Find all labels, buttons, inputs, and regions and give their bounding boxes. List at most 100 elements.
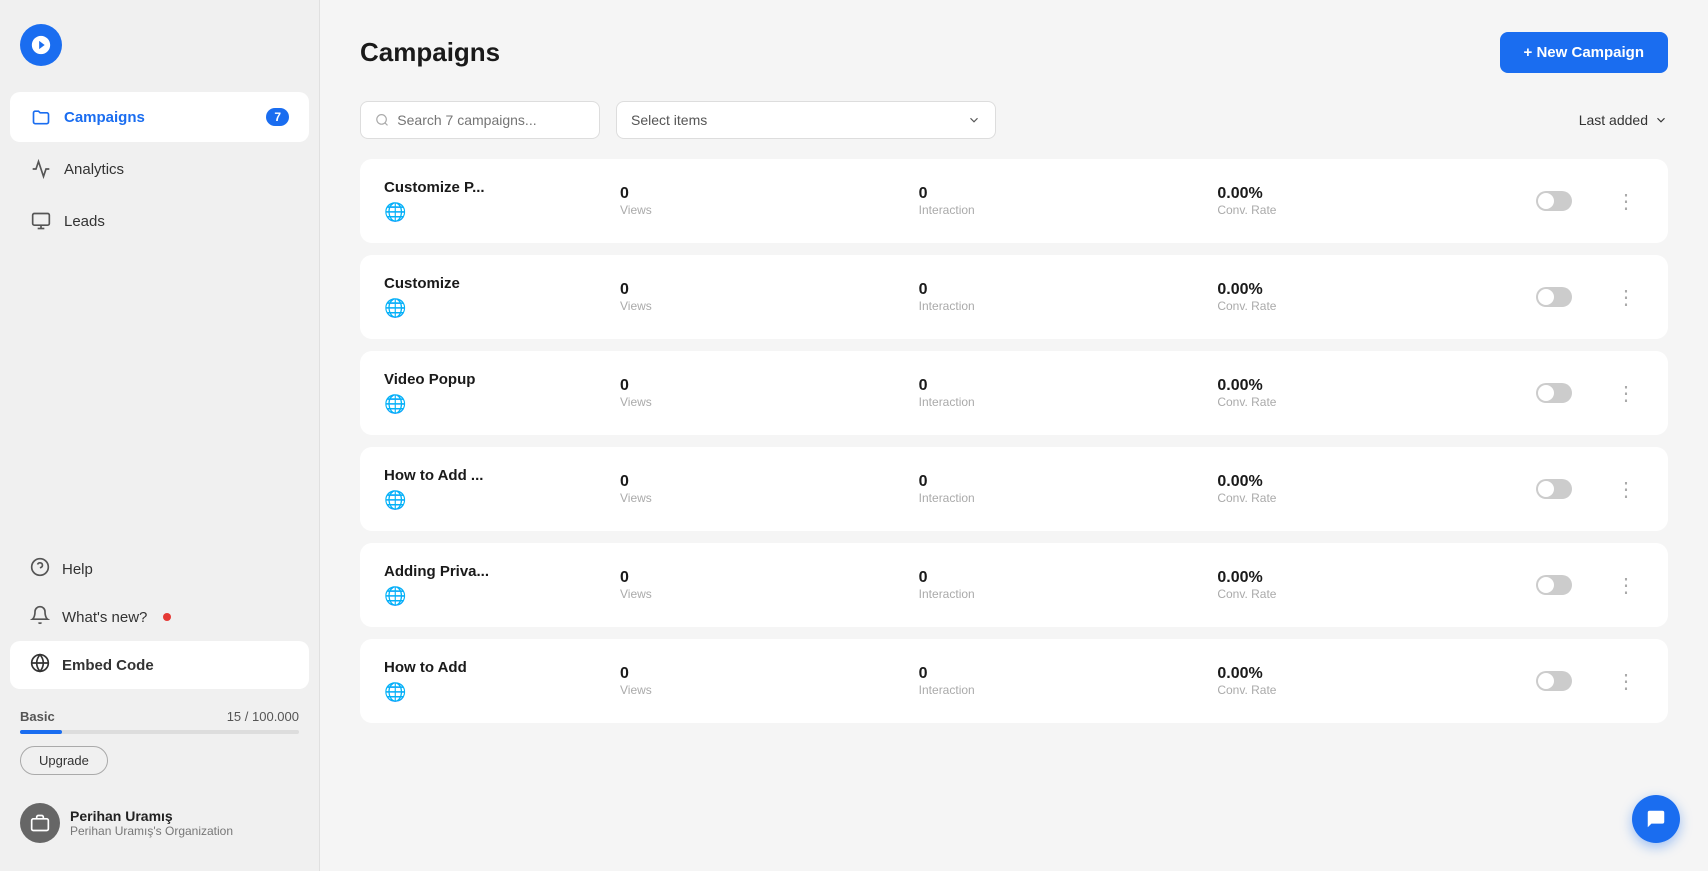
notification-dot: [163, 613, 171, 621]
conv-rate-value: 0.00%: [1217, 377, 1500, 395]
views-label: Views: [620, 683, 903, 697]
campaign-info: Video Popup 🌐: [384, 371, 604, 415]
campaign-more-button[interactable]: ⋮: [1608, 665, 1644, 698]
conv-rate-label: Conv. Rate: [1217, 587, 1500, 601]
plan-progress-fill: [20, 730, 62, 734]
sort-chevron-icon: [1654, 113, 1668, 127]
help-label: Help: [62, 561, 93, 578]
campaign-more-button[interactable]: ⋮: [1608, 185, 1644, 218]
page-title: Campaigns: [360, 37, 500, 68]
leads-icon: [30, 210, 52, 232]
campaign-card[interactable]: How to Add 🌐 0 Views 0 Interaction 0.00%…: [360, 639, 1668, 723]
views-label: Views: [620, 491, 903, 505]
campaign-toggle[interactable]: [1536, 671, 1572, 691]
briefcase-icon: [30, 813, 50, 833]
campaign-name: Customize P...: [384, 179, 604, 196]
search-input[interactable]: [397, 112, 585, 128]
plan-progress-bar: [20, 730, 299, 734]
interaction-label: Interaction: [919, 683, 1202, 697]
campaign-toggle[interactable]: [1536, 383, 1572, 403]
conv-rate-label: Conv. Rate: [1217, 683, 1500, 697]
campaign-interaction: 0 Interaction: [919, 281, 1202, 313]
sidebar-item-help[interactable]: Help: [10, 545, 309, 593]
analytics-icon: [30, 158, 52, 180]
campaign-info: Customize 🌐: [384, 275, 604, 319]
campaign-interaction: 0 Interaction: [919, 377, 1202, 409]
sidebar-item-embed-code[interactable]: Embed Code: [10, 641, 309, 689]
campaign-more-button[interactable]: ⋮: [1608, 473, 1644, 506]
conv-rate-label: Conv. Rate: [1217, 203, 1500, 217]
whats-new-label: What's new?: [62, 609, 147, 626]
upgrade-button[interactable]: Upgrade: [20, 746, 108, 775]
views-value: 0: [620, 569, 903, 587]
campaign-toggle[interactable]: [1536, 287, 1572, 307]
campaign-toggle[interactable]: [1536, 575, 1572, 595]
globe-icon: 🌐: [384, 586, 406, 606]
campaign-card[interactable]: Video Popup 🌐 0 Views 0 Interaction 0.00…: [360, 351, 1668, 435]
campaign-toggle[interactable]: [1536, 479, 1572, 499]
campaign-name: Customize: [384, 275, 604, 292]
toolbar: Select items Last added: [360, 101, 1668, 139]
campaign-name: Adding Priva...: [384, 563, 604, 580]
interaction-value: 0: [919, 473, 1202, 491]
interaction-label: Interaction: [919, 395, 1202, 409]
user-section: Perihan Uramış Perihan Uramış's Organiza…: [0, 791, 319, 855]
views-label: Views: [620, 395, 903, 409]
select-items-dropdown[interactable]: Select items: [616, 101, 996, 139]
conv-rate-value: 0.00%: [1217, 281, 1500, 299]
sort-label: Last added: [1579, 112, 1648, 128]
conv-rate-value: 0.00%: [1217, 185, 1500, 203]
campaign-name: How to Add ...: [384, 467, 604, 484]
campaign-conv-rate: 0.00% Conv. Rate: [1217, 665, 1500, 697]
search-box[interactable]: [360, 101, 600, 139]
campaign-info: Customize P... 🌐: [384, 179, 604, 223]
chat-bubble[interactable]: [1632, 795, 1680, 843]
sidebar-item-whats-new[interactable]: What's new?: [10, 593, 309, 641]
campaign-more-button[interactable]: ⋮: [1608, 569, 1644, 602]
campaign-interaction: 0 Interaction: [919, 665, 1202, 697]
campaign-card[interactable]: How to Add ... 🌐 0 Views 0 Interaction 0…: [360, 447, 1668, 531]
views-value: 0: [620, 281, 903, 299]
interaction-label: Interaction: [919, 299, 1202, 313]
embed-code-label: Embed Code: [62, 657, 154, 674]
sort-button[interactable]: Last added: [1579, 112, 1668, 128]
interaction-value: 0: [919, 281, 1202, 299]
campaign-card[interactable]: Customize P... 🌐 0 Views 0 Interaction 0…: [360, 159, 1668, 243]
conv-rate-value: 0.00%: [1217, 569, 1500, 587]
campaign-toggle[interactable]: [1536, 191, 1572, 211]
campaign-list: Customize P... 🌐 0 Views 0 Interaction 0…: [360, 159, 1668, 735]
new-campaign-button[interactable]: + New Campaign: [1500, 32, 1668, 73]
sidebar-nav: Campaigns 7 Analytics Leads: [0, 90, 319, 537]
campaign-card[interactable]: Customize 🌐 0 Views 0 Interaction 0.00% …: [360, 255, 1668, 339]
search-icon: [375, 112, 389, 128]
sidebar-item-leads[interactable]: Leads: [10, 196, 309, 246]
embed-icon: [30, 653, 50, 677]
interaction-label: Interaction: [919, 203, 1202, 217]
campaign-conv-rate: 0.00% Conv. Rate: [1217, 377, 1500, 409]
chevron-down-icon: [967, 113, 981, 127]
views-value: 0: [620, 665, 903, 683]
sidebar-item-analytics[interactable]: Analytics: [10, 144, 309, 194]
views-value: 0: [620, 377, 903, 395]
campaign-info: How to Add 🌐: [384, 659, 604, 703]
campaign-interaction: 0 Interaction: [919, 473, 1202, 505]
campaign-card[interactable]: Adding Priva... 🌐 0 Views 0 Interaction …: [360, 543, 1668, 627]
sidebar-bottom: Help What's new? Embed Code: [0, 537, 319, 697]
plan-label: Basic: [20, 709, 55, 724]
app-logo: [20, 24, 62, 66]
user-org: Perihan Uramış's Organization: [70, 824, 233, 838]
sidebar-item-campaigns[interactable]: Campaigns 7: [10, 92, 309, 142]
campaign-views: 0 Views: [620, 185, 903, 217]
main-header: Campaigns + New Campaign: [360, 32, 1668, 73]
campaign-more-button[interactable]: ⋮: [1608, 281, 1644, 314]
campaign-info: Adding Priva... 🌐: [384, 563, 604, 607]
campaign-more-button[interactable]: ⋮: [1608, 377, 1644, 410]
campaign-conv-rate: 0.00% Conv. Rate: [1217, 281, 1500, 313]
views-label: Views: [620, 587, 903, 601]
user-info: Perihan Uramış Perihan Uramış's Organiza…: [70, 808, 233, 838]
sidebar: Campaigns 7 Analytics Leads: [0, 0, 320, 871]
conv-rate-label: Conv. Rate: [1217, 491, 1500, 505]
campaign-conv-rate: 0.00% Conv. Rate: [1217, 569, 1500, 601]
interaction-label: Interaction: [919, 587, 1202, 601]
globe-icon: 🌐: [384, 202, 406, 222]
